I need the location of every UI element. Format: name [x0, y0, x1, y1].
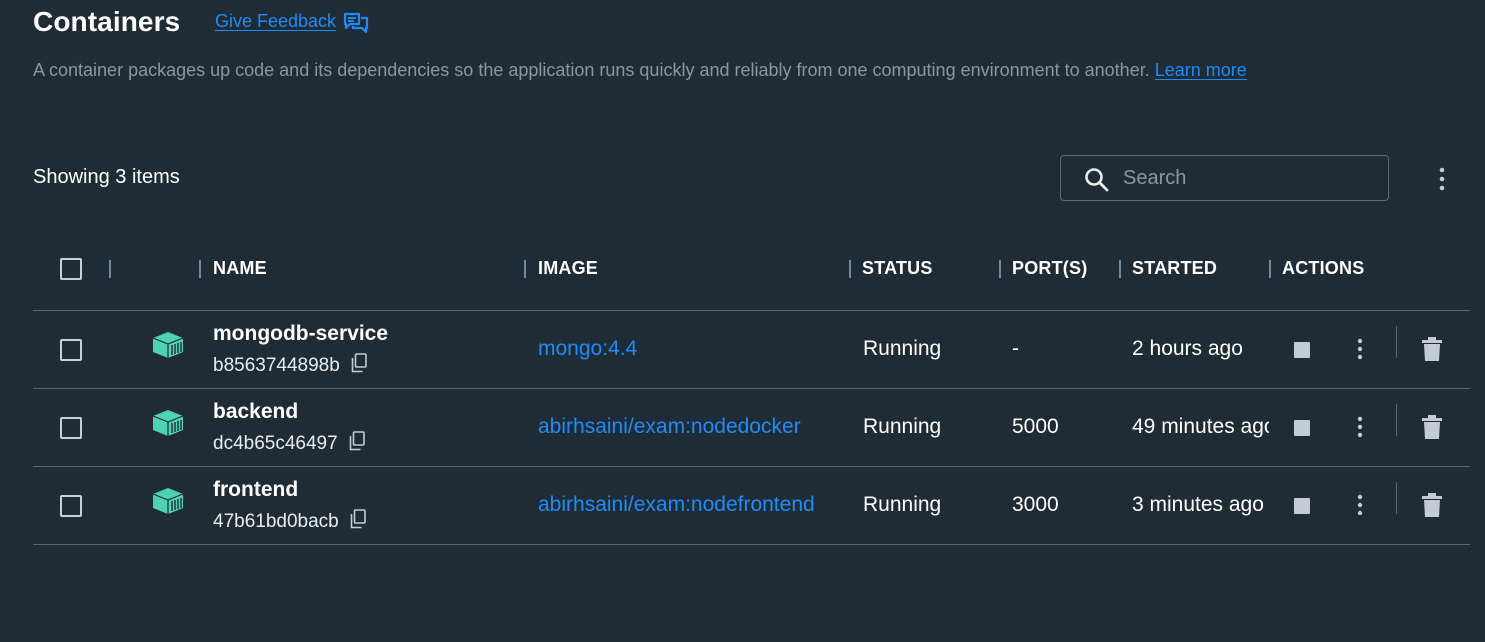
container-name[interactable]: frontend: [213, 478, 298, 502]
container-started: 3 minutes ago: [1132, 493, 1264, 516]
column-header-ports[interactable]: PORT(S): [1012, 258, 1087, 279]
container-id: dc4b65c46497: [213, 431, 365, 455]
give-feedback-link[interactable]: Give Feedback: [215, 11, 336, 32]
container-status: Running: [863, 337, 942, 360]
items-count: Showing 3 items: [33, 166, 180, 188]
container-started: 2 hours ago: [1132, 337, 1243, 360]
row-checkbox[interactable]: [60, 495, 82, 517]
column-separator: [1119, 260, 1121, 278]
stop-button[interactable]: [1294, 498, 1310, 514]
container-image-link[interactable]: abirhsaini/exam:nodedocker: [538, 415, 801, 439]
container-ports: 3000: [1012, 493, 1059, 516]
column-separator: [524, 260, 526, 278]
action-divider: [1396, 482, 1397, 514]
container-ports: -: [1012, 337, 1019, 360]
container-cube-icon: [152, 332, 184, 358]
trash-icon[interactable]: [1421, 414, 1443, 440]
chat-bubbles-icon[interactable]: [343, 12, 369, 34]
container-cube-icon: [152, 410, 184, 436]
search-icon: [1085, 168, 1109, 192]
column-header-image[interactable]: IMAGE: [538, 258, 598, 279]
learn-more-link[interactable]: Learn more: [1155, 60, 1247, 80]
container-name[interactable]: backend: [213, 400, 298, 424]
table-row[interactable]: mongodb-service b8563744898b mongo:4.4 R…: [0, 310, 1485, 388]
copy-icon[interactable]: [351, 353, 367, 373]
page-title: Containers: [33, 6, 181, 37]
column-separator: [999, 260, 1001, 278]
column-separator: [109, 260, 111, 278]
action-divider: [1396, 326, 1397, 358]
container-id: b8563744898b: [213, 353, 367, 377]
container-image-link[interactable]: mongo:4.4: [538, 337, 637, 361]
stop-button[interactable]: [1294, 420, 1310, 436]
container-id: 47b61bd0bacb: [213, 509, 366, 533]
row-checkbox[interactable]: [60, 339, 82, 361]
page-description: A container packages up code and its dep…: [33, 60, 1247, 81]
container-ports: 5000: [1012, 415, 1059, 438]
column-header-started[interactable]: STARTED: [1132, 258, 1217, 279]
row-checkbox[interactable]: [60, 417, 82, 439]
column-header-actions: ACTIONS: [1282, 258, 1365, 278]
copy-icon[interactable]: [350, 509, 366, 529]
container-id-text: b8563744898b: [213, 355, 340, 376]
more-options-icon[interactable]: [1352, 492, 1368, 520]
more-options-icon[interactable]: [1352, 414, 1368, 442]
column-separator: [199, 260, 201, 278]
description-text: A container packages up code and its dep…: [33, 60, 1150, 80]
container-image-link[interactable]: abirhsaini/exam:nodefrontend: [538, 493, 815, 517]
column-separator: [1269, 260, 1271, 278]
container-id-text: dc4b65c46497: [213, 433, 338, 454]
column-header-name[interactable]: NAME: [213, 258, 267, 279]
column-separator: [849, 260, 851, 278]
trash-icon[interactable]: [1421, 336, 1443, 362]
stop-button[interactable]: [1294, 342, 1310, 358]
search-input[interactable]: [1123, 164, 1373, 192]
column-header-status[interactable]: STATUS: [862, 258, 933, 279]
copy-icon[interactable]: [349, 431, 365, 451]
container-status: Running: [863, 493, 942, 516]
more-options-icon[interactable]: [1352, 336, 1368, 364]
container-cube-icon: [152, 488, 184, 514]
action-divider: [1396, 404, 1397, 436]
search-box[interactable]: [1060, 155, 1389, 201]
row-divider: [33, 544, 1470, 545]
container-started: 49 minutes ago: [1132, 415, 1269, 438]
table-row[interactable]: backend dc4b65c46497 abirhsaini/exam:nod…: [0, 388, 1485, 466]
container-status: Running: [863, 415, 942, 438]
trash-icon[interactable]: [1421, 492, 1443, 518]
table-row[interactable]: frontend 47b61bd0bacb abirhsaini/exam:no…: [0, 466, 1485, 544]
select-all-checkbox[interactable]: [60, 258, 82, 280]
more-options-icon[interactable]: [1430, 166, 1454, 192]
container-name[interactable]: mongodb-service: [213, 322, 388, 346]
container-id-text: 47b61bd0bacb: [213, 511, 339, 532]
